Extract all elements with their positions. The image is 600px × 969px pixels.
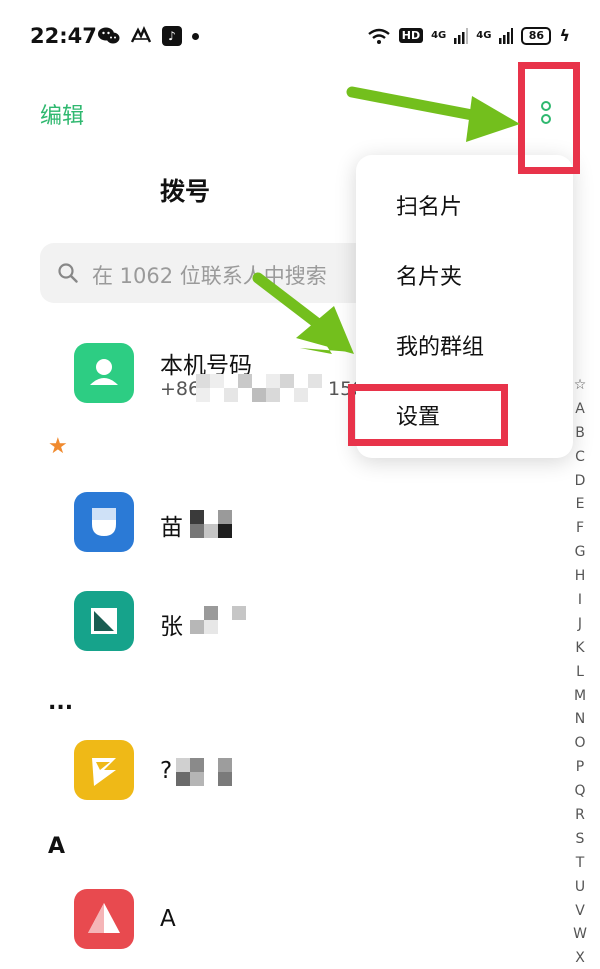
favorites-star-icon: ★ — [48, 434, 68, 459]
signal-icon-1 — [454, 27, 469, 44]
contact-avatar — [74, 889, 134, 949]
contact-avatar — [74, 492, 134, 552]
alphabet-index-letter[interactable]: J — [570, 613, 590, 637]
hd-badge: HD — [398, 28, 424, 43]
blurred-name — [190, 510, 246, 538]
mountain-icon — [74, 889, 134, 949]
contact-avatar — [74, 740, 134, 800]
menu-item-my-groups[interactable]: 我的群组 — [396, 329, 484, 361]
alphabet-index-letter[interactable]: G — [570, 541, 590, 565]
alphabet-index-letter[interactable]: R — [570, 804, 590, 828]
alphabet-index-letter[interactable]: Q — [570, 780, 590, 804]
menu-item-card-holder[interactable]: 名片夹 — [396, 259, 462, 291]
arrow-head-icon — [296, 306, 354, 354]
blurred-name — [190, 606, 246, 634]
signal-icon-2 — [499, 27, 514, 44]
alphabet-index-letter[interactable]: X — [570, 947, 590, 969]
person-icon — [90, 359, 118, 385]
alphabet-index-letter[interactable]: F — [570, 517, 590, 541]
alphabet-index-letter[interactable]: I — [570, 589, 590, 613]
wechat-icon — [98, 27, 120, 44]
alphabet-index-letter[interactable]: P — [570, 756, 590, 780]
alphabet-index-letter[interactable]: C — [570, 446, 590, 470]
flag-icon — [74, 740, 134, 800]
contact-name: ? — [160, 758, 173, 784]
status-app-icons: ♪ — [98, 26, 199, 46]
alphabet-index-letter[interactable]: T — [570, 852, 590, 876]
highlight-box-settings — [348, 384, 508, 446]
alphabet-index-letter[interactable]: L — [570, 661, 590, 685]
section-header-a: A — [48, 834, 66, 859]
alphabet-index-letter[interactable]: ☆ — [570, 374, 590, 398]
page-title: 拨号 — [160, 177, 211, 206]
blurred-name — [176, 758, 232, 786]
contact-name: 张 — [160, 614, 183, 640]
contact-name: A — [160, 906, 176, 932]
alphabet-index-letter[interactable]: B — [570, 422, 590, 446]
search-placeholder: 在 1062 位联系人中搜索 — [92, 264, 327, 288]
alphabet-index-letter[interactable]: A — [570, 398, 590, 422]
my-number-prefix: +86 — [160, 378, 201, 400]
blurred-phone — [196, 374, 326, 402]
menu-item-scan-card[interactable]: 扫名片 — [396, 189, 462, 221]
notification-dot — [192, 32, 199, 40]
status-bar: 22:47 ♪ HD 4G 4G 86 ϟ — [0, 0, 600, 76]
tiktok-icon: ♪ — [162, 26, 182, 46]
alphabet-index-letter[interactable]: H — [570, 565, 590, 589]
alphabet-index-letter[interactable]: K — [570, 637, 590, 661]
charging-icon: ϟ — [559, 26, 570, 45]
annotation-arrows — [252, 86, 520, 354]
square-icon — [74, 591, 134, 651]
arrow-to-more-icon — [346, 86, 494, 124]
my-number-avatar — [74, 343, 134, 403]
alphabet-index-letter[interactable]: N — [570, 708, 590, 732]
alphabet-index-letter[interactable]: U — [570, 876, 590, 900]
app-icon — [130, 26, 152, 43]
contact-avatar — [74, 591, 134, 651]
arrow-head-icon — [466, 96, 520, 142]
wifi-icon — [368, 28, 390, 44]
battery-indicator: 86 — [521, 26, 552, 45]
alphabet-index-letter[interactable]: E — [570, 493, 590, 517]
edit-button[interactable]: 编辑 — [40, 98, 84, 130]
alphabet-index-letter[interactable]: S — [570, 828, 590, 852]
alphabet-index-letter[interactable]: O — [570, 732, 590, 756]
alphabet-index-letter[interactable]: M — [570, 685, 590, 709]
contact-name: 苗 — [160, 515, 183, 541]
network-type-1: 4G — [431, 30, 447, 41]
status-time: 22:47 — [30, 24, 97, 48]
network-type-2: 4G — [476, 30, 492, 41]
status-indicators: HD 4G 4G 86 ϟ — [367, 26, 570, 45]
highlight-box-more — [518, 62, 580, 174]
alphabet-index-letter[interactable]: V — [570, 900, 590, 924]
search-icon — [58, 263, 78, 283]
other-section-header: ... — [48, 690, 74, 715]
cup-icon — [74, 492, 134, 552]
arrow-head-icon — [300, 314, 352, 354]
alphabet-index[interactable]: ☆ A B C D E F G H I J K L M N O P Q R S T U V W X — [570, 374, 590, 969]
alphabet-index-letter[interactable]: W — [570, 923, 590, 947]
alphabet-index-letter[interactable]: D — [570, 470, 590, 494]
search-input[interactable]: 在 1062 位联系人中搜索 — [40, 243, 370, 303]
